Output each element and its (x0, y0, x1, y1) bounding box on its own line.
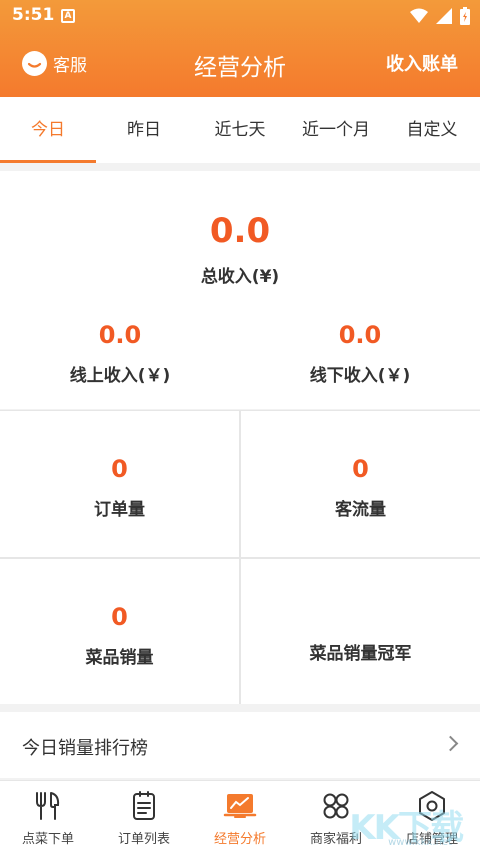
offline-income-label: 线下收入(￥) (309, 366, 411, 386)
stats-grid: 0 订单量 0 客流量 0 菜品销量 菜品销量冠军 (0, 410, 480, 704)
sales-ranking-row[interactable]: 今日销量排行榜 (0, 712, 480, 778)
tab-today[interactable]: 今日 (0, 97, 96, 163)
status-time: 5:51 (12, 5, 55, 25)
tab-last-7-days[interactable]: 近七天 (192, 97, 288, 163)
status-bar: 5:51 A (0, 0, 480, 32)
tab-last-month[interactable]: 近一个月 (288, 97, 384, 163)
sales-ranking-label: 今日销量排行榜 (22, 738, 148, 759)
top-dish-label: 菜品销量冠军 (309, 644, 412, 664)
nav-business-analysis[interactable]: 经营分析 (192, 781, 288, 852)
app-header: 5:51 A 客服 经营分析 收入账单 (0, 0, 480, 97)
battery-icon (460, 7, 470, 25)
orders-value: 0 (111, 455, 128, 483)
traffic-value: 0 (352, 455, 369, 483)
offline-income: 0.0 线下收入(￥) (240, 321, 480, 386)
watermark-url: www.kkx.net (388, 837, 452, 848)
tab-yesterday[interactable]: 昨日 (96, 97, 192, 163)
dish-sales-value: 0 (111, 603, 128, 631)
total-income-value: 0.0 (209, 211, 271, 251)
online-income-value: 0.0 (98, 321, 142, 349)
chart-board-icon (223, 794, 257, 818)
income-summary: 0.0 总收入(¥) 0.0 线上收入(￥) 0.0 线下收入(￥) (0, 171, 480, 409)
nav-label: 订单列表 (117, 832, 170, 847)
orders-label: 订单量 (94, 500, 145, 520)
nav-label: 经营分析 (213, 832, 266, 847)
dish-sales-cell[interactable]: 0 菜品销量 (0, 559, 239, 704)
traffic-cell[interactable]: 0 客流量 (241, 411, 480, 557)
period-tabs: 今日 昨日 近七天 近一个月 自定义 (0, 97, 480, 163)
nav-order-dishes[interactable]: 点菜下单 (0, 781, 96, 852)
fork-knife-icon (36, 792, 60, 820)
wifi-icon (410, 8, 428, 23)
traffic-label: 客流量 (335, 500, 386, 520)
dish-sales-label: 菜品销量 (85, 648, 154, 668)
nav-order-list[interactable]: 订单列表 (96, 781, 192, 852)
clipboard-icon (133, 791, 155, 820)
total-income-label: 总收入(¥) (200, 267, 280, 287)
online-income-label: 线上收入(￥) (69, 366, 171, 386)
online-income: 0.0 线上收入(￥) (0, 321, 240, 386)
tab-custom[interactable]: 自定义 (384, 97, 480, 163)
offline-income-value: 0.0 (338, 321, 382, 349)
nav-label: 点菜下单 (21, 832, 74, 847)
orders-cell[interactable]: 0 订单量 (0, 411, 239, 557)
tab-underline (0, 160, 96, 163)
clover-icon (323, 793, 349, 819)
chevron-right-icon (442, 735, 459, 752)
app-bar: 客服 经营分析 收入账单 (0, 32, 480, 97)
income-bill-button[interactable]: 收入账单 (386, 50, 458, 76)
top-dish-cell[interactable]: 菜品销量冠军 (241, 559, 480, 704)
notification-icon: A (61, 9, 75, 23)
status-icons (410, 6, 470, 26)
signal-icon (436, 8, 452, 24)
